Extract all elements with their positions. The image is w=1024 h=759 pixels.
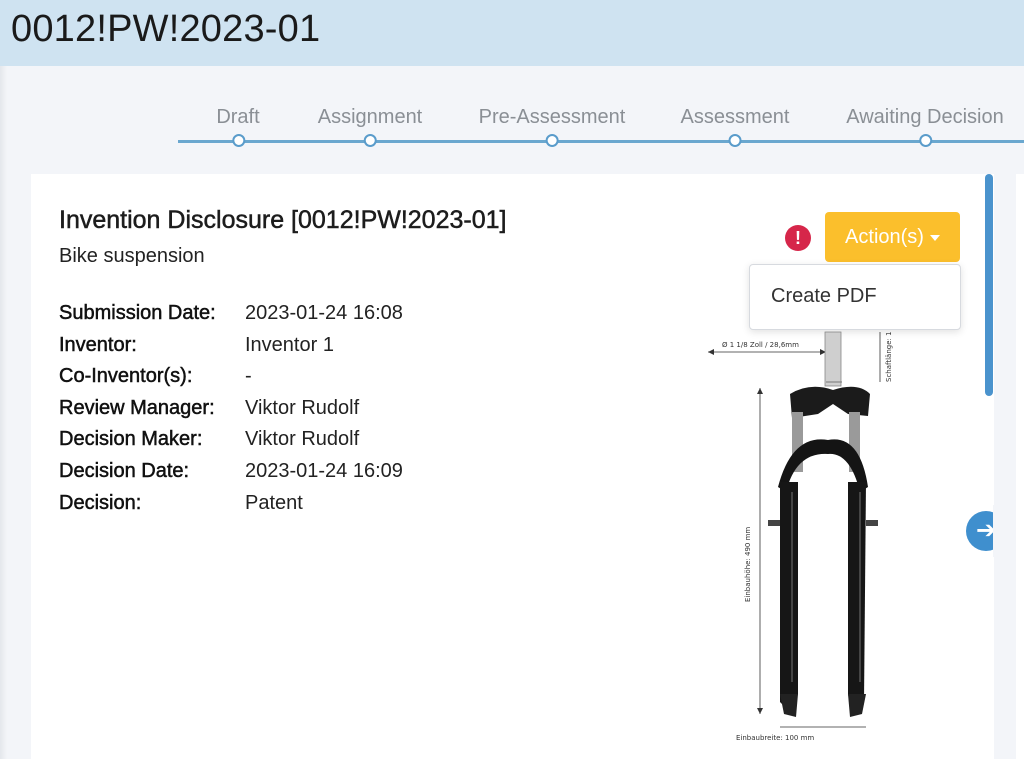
- detail-label: Inventor:: [59, 333, 137, 356]
- step-label: Assessment: [680, 106, 790, 128]
- dimension-width-label: Einbaubreite: 100 mm: [736, 734, 814, 742]
- actions-button-label: Action(s): [845, 226, 924, 248]
- step-label: Awaiting Decision: [846, 106, 1004, 128]
- step-assessment[interactable]: Assessment: [680, 106, 790, 147]
- step-label: Assignment: [317, 106, 423, 128]
- detail-label: Decision Maker:: [59, 428, 203, 451]
- actions-dropdown-button[interactable]: Action(s): [825, 212, 960, 262]
- dimension-side-label: Schaftlänge: 1: [885, 331, 893, 382]
- card-subtitle: Bike suspension: [59, 245, 205, 267]
- card-title: Invention Disclosure [0012!PW!2023-01]: [59, 206, 507, 235]
- detail-value: 2023-01-24 16:09: [245, 459, 403, 482]
- step-dot: [364, 134, 377, 147]
- step-label: Draft: [216, 106, 260, 128]
- left-edge: [0, 66, 7, 759]
- detail-label: Decision Date:: [59, 459, 190, 483]
- detail-value: Viktor Rudolf: [245, 396, 360, 419]
- stepper-track: [178, 140, 1024, 143]
- step-dot: [232, 134, 245, 147]
- detail-value: Inventor 1: [245, 333, 334, 356]
- scrollbar-thumb[interactable]: [985, 174, 993, 396]
- dimension-height-label: Einbauhöhe: 490 mm: [744, 527, 752, 602]
- detail-value: Patent: [245, 491, 303, 514]
- next-card-edge: [1016, 174, 1024, 759]
- step-draft[interactable]: Draft: [216, 106, 260, 147]
- actions-dropdown-menu: Create PDF: [749, 264, 961, 330]
- step-awaiting-decision[interactable]: Awaiting Decision: [846, 106, 1004, 147]
- exclamation-circle-icon[interactable]: !: [785, 225, 811, 251]
- detail-label: Decision:: [59, 491, 142, 514]
- caret-down-icon: [929, 234, 940, 241]
- menu-item-create-pdf[interactable]: Create PDF: [771, 285, 877, 308]
- detail-value: -: [245, 365, 252, 388]
- page-header: 0012!PW!2023-01: [0, 0, 1024, 66]
- step-assignment[interactable]: Assignment: [317, 106, 423, 147]
- step-dot: [546, 134, 559, 147]
- next-button-clip: [993, 505, 1007, 557]
- workflow-stepper: Draft Assignment Pre-Assessment Assessme…: [0, 100, 1024, 160]
- step-label: Pre-Assessment: [478, 106, 626, 128]
- detail-value: Viktor Rudolf: [245, 428, 360, 451]
- detail-label: Review Manager:: [59, 396, 215, 420]
- detail-label: Submission Date:: [59, 302, 216, 325]
- dimension-top-label: Ø 1 1/8 Zoll / 28,6mm: [722, 341, 799, 349]
- page-title: 0012!PW!2023-01: [11, 8, 321, 50]
- step-pre-assessment[interactable]: Pre-Assessment: [478, 106, 626, 147]
- step-dot: [919, 134, 932, 147]
- detail-value: 2023-01-24 16:08: [245, 302, 403, 324]
- step-dot: [729, 134, 742, 147]
- detail-label: Co-Inventor(s):: [59, 365, 193, 388]
- suspension-fork-image: Ø 1 1/8 Zoll / 28,6mm Schaftlänge: 1 Ein…: [708, 331, 893, 742]
